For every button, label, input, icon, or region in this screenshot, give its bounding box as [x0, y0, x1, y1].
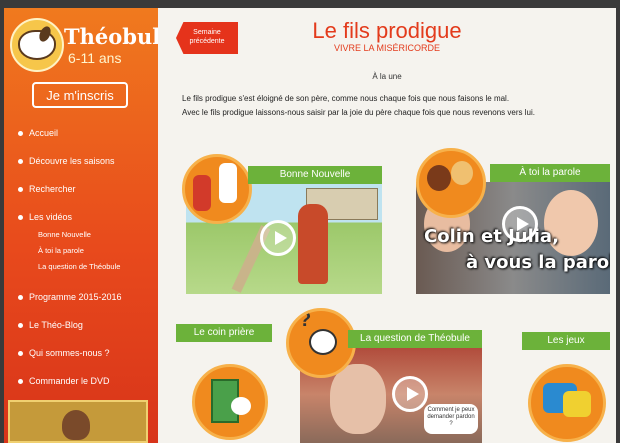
card-question-theobule[interactable]: Comment je peux demander pardon ? ? La q… — [286, 308, 482, 443]
card-banner: Les jeux — [522, 332, 610, 350]
nav-item-saisons[interactable]: Découvre les saisons — [18, 156, 115, 166]
page-title: Le fils prodigue — [312, 18, 462, 43]
nav-item-theo-blog[interactable]: Le Théo-Blog — [18, 320, 83, 330]
nav-item-qui-sommes-nous[interactable]: Qui sommes-nous ? — [18, 348, 110, 358]
nav-subitem-bonne-nouvelle[interactable]: Bonne Nouvelle — [38, 230, 91, 239]
nav-label: Accueil — [29, 128, 59, 138]
bullet-icon — [18, 187, 23, 193]
bullet-icon — [18, 351, 23, 357]
bullet-icon — [18, 215, 23, 221]
overlay-text-2: à vous la parole ! — [466, 252, 610, 273]
kid-face-image — [451, 161, 473, 185]
presenter-face-image — [330, 364, 386, 434]
dog-image — [231, 397, 251, 415]
puzzle-piece-icon — [563, 391, 591, 417]
kid-face-image — [427, 165, 451, 191]
dog-mascot-icon — [309, 329, 337, 355]
bullet-icon — [18, 295, 23, 301]
nav-label: Commander le DVD — [29, 376, 110, 386]
jeux-circle-icon — [528, 364, 606, 442]
nav-subitem-question-theobule[interactable]: La question de Théobule — [38, 262, 120, 271]
question-mark-icon: ? — [299, 309, 312, 331]
video-thumbnail[interactable] — [8, 400, 148, 443]
bullet-icon — [18, 379, 23, 385]
play-icon[interactable] — [392, 376, 428, 412]
card-coin-priere[interactable]: Le coin prière — [176, 320, 276, 443]
card-a-toi-la-parole[interactable]: Colin et Julia, à vous la parole ! À toi… — [416, 148, 612, 294]
section-label: À la une — [372, 72, 402, 81]
a-toi-la-parole-circle-icon — [416, 148, 486, 218]
father-figure-image — [298, 204, 328, 284]
brand-age: 6-11 ans — [68, 50, 122, 66]
bullet-icon — [18, 159, 23, 165]
nav-label: Qui sommes-nous ? — [29, 348, 110, 358]
nav-item-accueil[interactable]: Accueil — [18, 128, 58, 138]
nav-item-commander-dvd[interactable]: Commander le DVD — [18, 376, 110, 386]
play-icon[interactable] — [502, 206, 538, 242]
nav-item-videos[interactable]: Les vidéos — [18, 212, 72, 222]
speech-bubble: Comment je peux demander pardon ? — [424, 404, 478, 434]
card-banner: Le coin prière — [176, 324, 272, 342]
nav-label: Découvre les saisons — [29, 156, 115, 166]
figure-image — [219, 163, 237, 203]
dog-mascot-icon — [18, 30, 56, 60]
nav-item-rechercher[interactable]: Rechercher — [18, 184, 76, 194]
presenter-image — [62, 410, 90, 440]
card-banner: Bonne Nouvelle — [248, 166, 382, 184]
page-subtitle: VIVRE LA MISÉRICORDE — [333, 43, 441, 53]
sidebar: Théobule 6-11 ans Je m'inscris Accueil D… — [4, 8, 174, 443]
nav-item-programme[interactable]: Programme 2015-2016 — [18, 292, 122, 302]
intro-line-2: Avec le fils prodigue laissons-nous sais… — [182, 108, 535, 117]
nav-subitem-a-toi-la-parole[interactable]: À toi la parole — [38, 246, 84, 255]
main-content: Semaine précédente Le fils prodigue VIVR… — [158, 8, 616, 443]
card-banner: La question de Théobule — [348, 330, 482, 348]
card-banner: À toi la parole — [490, 164, 610, 182]
intro-line-1: Le fils prodigue s'est éloigné de son pè… — [182, 94, 510, 103]
bullet-icon — [18, 131, 23, 137]
question-theobule-circle-icon: ? — [286, 308, 356, 378]
nav-label: Le Théo-Blog — [29, 320, 83, 330]
overlay-text-1: Colin et Julia, — [424, 226, 559, 247]
card-jeux[interactable]: Les jeux — [518, 328, 614, 443]
bullet-icon — [18, 323, 23, 329]
coin-priere-circle-icon — [192, 364, 268, 440]
browser-screen: Théobule 6-11 ans Je m'inscris Accueil D… — [4, 8, 616, 443]
nav-label: Les vidéos — [29, 212, 73, 222]
bonne-nouvelle-circle-icon — [182, 154, 252, 224]
intro-text: Le fils prodigue s'est éloigné de son pè… — [182, 92, 602, 120]
figure-image — [193, 175, 211, 211]
signup-button[interactable]: Je m'inscris — [32, 82, 128, 108]
play-icon[interactable] — [260, 220, 296, 256]
nav-label: Rechercher — [29, 184, 76, 194]
nav-label: Programme 2015-2016 — [29, 292, 122, 302]
card-bonne-nouvelle[interactable]: Bonne Nouvelle — [182, 154, 386, 294]
